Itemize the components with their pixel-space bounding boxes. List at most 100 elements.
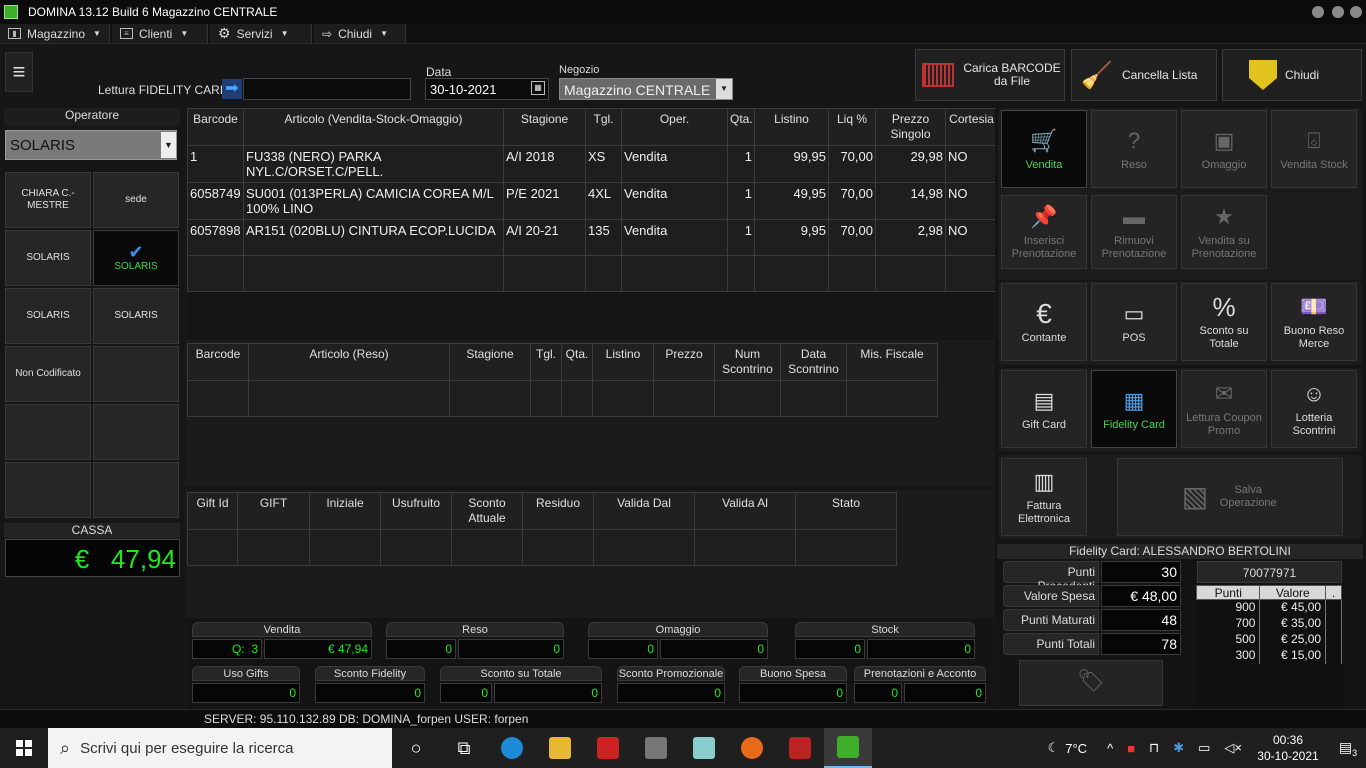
notifications-icon[interactable]: ▤3 (1330, 739, 1366, 758)
cancella-lista-button[interactable]: 🧹 Cancella Lista (1071, 49, 1217, 101)
calculator-icon[interactable] (632, 728, 680, 768)
operatore-button[interactable]: sede (93, 172, 179, 228)
temperature[interactable]: 7°C (1065, 741, 1087, 756)
col-valida-dal[interactable]: Valida Dal (593, 492, 695, 530)
operatore-button[interactable] (5, 462, 91, 518)
fidelity-tag-button[interactable]: 🏷 (1019, 660, 1163, 706)
vendita-button[interactable]: 🛒 Vendita (1001, 110, 1087, 188)
table-row[interactable]: 6057898 AR151 (020BLU) CINTURA ECOP.LUCI… (187, 219, 998, 256)
col-stato[interactable]: Stato (795, 492, 897, 530)
windows-start-button[interactable] (0, 728, 48, 768)
col-tgl[interactable]: Tgl. (530, 343, 562, 381)
table-row-empty[interactable] (187, 529, 897, 566)
contante-button[interactable]: € Contante (1001, 283, 1087, 361)
col-stagione[interactable]: Stagione (503, 108, 586, 146)
omaggio-button[interactable]: ▣ Omaggio (1181, 110, 1267, 188)
col-gift[interactable]: GIFT (237, 492, 310, 530)
weather-icon[interactable]: ☾ (1048, 740, 1060, 756)
network-icon[interactable]: ▭ (1198, 740, 1210, 756)
table-row[interactable]: 6058749 SU001 (013PERLA) CAMICIA COREA M… (187, 182, 998, 220)
volume-muted-icon[interactable]: ◁× (1224, 740, 1242, 756)
app-icon[interactable] (680, 728, 728, 768)
usb-icon[interactable]: ⊓ (1149, 740, 1159, 756)
col-iniziale[interactable]: Iniziale (309, 492, 381, 530)
col-oper[interactable]: Oper. (621, 108, 728, 146)
col-articolo-reso[interactable]: Articolo (Reso) (248, 343, 450, 381)
col-num-scontrino[interactable]: Num Scontrino (714, 343, 781, 381)
operatore-button[interactable] (93, 462, 179, 518)
vendita-prenotazione-button[interactable]: ★ Vendita su Prenotazione (1181, 195, 1267, 269)
chevron-up-icon[interactable]: ^ (1107, 741, 1113, 756)
bluetooth-icon[interactable]: ✱ (1173, 740, 1184, 756)
col-stagione[interactable]: Stagione (449, 343, 531, 381)
col-barcode[interactable]: Barcode (187, 343, 249, 381)
salva-operazione-button[interactable]: ▧ Salva Operazione (1117, 458, 1343, 536)
table-row[interactable]: 700 € 35,00 (1196, 615, 1342, 632)
coupon-button[interactable]: ✉ Lettura Coupon Promo (1181, 370, 1267, 448)
col-residuo[interactable]: Residuo (522, 492, 594, 530)
taskbar-search[interactable]: ⌕ Scrivi qui per eseguire la ricerca (48, 728, 392, 768)
operatore-button[interactable]: SOLARIS (5, 288, 91, 344)
col-valida-al[interactable]: Valida Al (694, 492, 796, 530)
col-mis-fiscale[interactable]: Mis. Fiscale (846, 343, 938, 381)
operatore-button[interactable]: CHIARA C.- MESTRE (5, 172, 91, 228)
paint-icon[interactable] (584, 728, 632, 768)
col-listino[interactable]: Listino (592, 343, 654, 381)
hamburger-menu-icon[interactable]: ≡ (5, 52, 33, 92)
operatore-select[interactable]: SOLARIS (5, 130, 177, 160)
col-prezzo-singolo[interactable]: Prezzo Singolo (875, 108, 946, 146)
arrow-right-icon[interactable]: ➡ (222, 79, 242, 99)
domina-app-icon[interactable] (824, 728, 872, 768)
chiudi-button[interactable]: Chiudi (1222, 49, 1362, 101)
gift-card-button[interactable]: ▤ Gift Card (1001, 370, 1087, 448)
col-gift-id[interactable]: Gift Id (187, 492, 238, 530)
maximize-button[interactable] (1332, 6, 1344, 18)
col-tgl[interactable]: Tgl. (585, 108, 622, 146)
task-view-icon[interactable]: ⧉ (440, 728, 488, 768)
col-articolo[interactable]: Articolo (Vendita-Stock-Omaggio) (243, 108, 504, 146)
close-window-button[interactable] (1350, 6, 1362, 18)
col-data-scontrino[interactable]: Data Scontrino (780, 343, 847, 381)
chevron-down-icon[interactable]: ▼ (161, 132, 176, 158)
firefox-icon[interactable] (728, 728, 776, 768)
col-qta[interactable]: Qta. (561, 343, 593, 381)
table-row-empty[interactable] (187, 380, 938, 417)
table-row[interactable]: 1 FU338 (NERO) PARKA NYL.C/ORSET.C/PELL.… (187, 145, 998, 183)
operatore-button[interactable] (93, 404, 179, 460)
cortana-icon[interactable]: ○ (392, 728, 440, 768)
operatore-button[interactable]: Non Codificato (5, 346, 91, 402)
col-liq[interactable]: Liq % (828, 108, 876, 146)
minimize-button[interactable] (1312, 6, 1324, 18)
table-row[interactable]: 500 € 25,00 (1196, 631, 1342, 648)
table-row[interactable]: 300 € 15,00 (1196, 647, 1342, 664)
fattura-elettronica-button[interactable]: ▥ Fattura Elettronica (1001, 458, 1087, 536)
col-listino[interactable]: Listino (754, 108, 829, 146)
file-explorer-icon[interactable] (536, 728, 584, 768)
vendita-stock-button[interactable]: ⌺ Vendita Stock (1271, 110, 1357, 188)
filezilla-icon[interactable] (776, 728, 824, 768)
fidelity-card-button[interactable]: ▦ Fidelity Card (1091, 370, 1177, 448)
operatore-button-selected[interactable]: ✔ SOLARIS (93, 230, 179, 286)
clock[interactable]: 00:36 30-10-2021 (1256, 732, 1320, 764)
chevron-down-icon[interactable]: ▼ (716, 79, 732, 99)
menu-chiudi[interactable]: ⇨ Chiudi ▼ (314, 24, 406, 43)
col-barcode[interactable]: Barcode (187, 108, 244, 146)
rimuovi-prenotazione-button[interactable]: ▬ Rimuovi Prenotazione (1091, 195, 1177, 269)
col-qta[interactable]: Qta. (727, 108, 755, 146)
menu-servizi[interactable]: ⚙ Servizi ▼ (210, 24, 312, 43)
edge-icon[interactable] (488, 728, 536, 768)
fidelity-card-input[interactable] (243, 78, 411, 100)
menu-clienti[interactable]: ≡ Clienti ▼ (112, 24, 208, 43)
carica-barcode-button[interactable]: Carica BARCODE da File (915, 49, 1065, 101)
pos-button[interactable]: ▭ POS (1091, 283, 1177, 361)
operatore-button[interactable]: SOLARIS (5, 230, 91, 286)
lotteria-button[interactable]: ☺ Lotteria Scontrini (1271, 370, 1357, 448)
table-row[interactable]: 900 € 45,00 (1196, 599, 1342, 616)
menu-magazzino[interactable]: ▮ Magazzino ▼ (0, 24, 110, 43)
negozio-select[interactable]: Magazzino CENTRALE (559, 78, 733, 100)
operatore-button[interactable] (93, 346, 179, 402)
calendar-icon[interactable]: ▦ (531, 81, 545, 95)
operatore-button[interactable] (5, 404, 91, 460)
antivirus-icon[interactable]: ■ (1127, 741, 1135, 756)
buono-reso-button[interactable]: 💷 Buono Reso Merce (1271, 283, 1357, 361)
